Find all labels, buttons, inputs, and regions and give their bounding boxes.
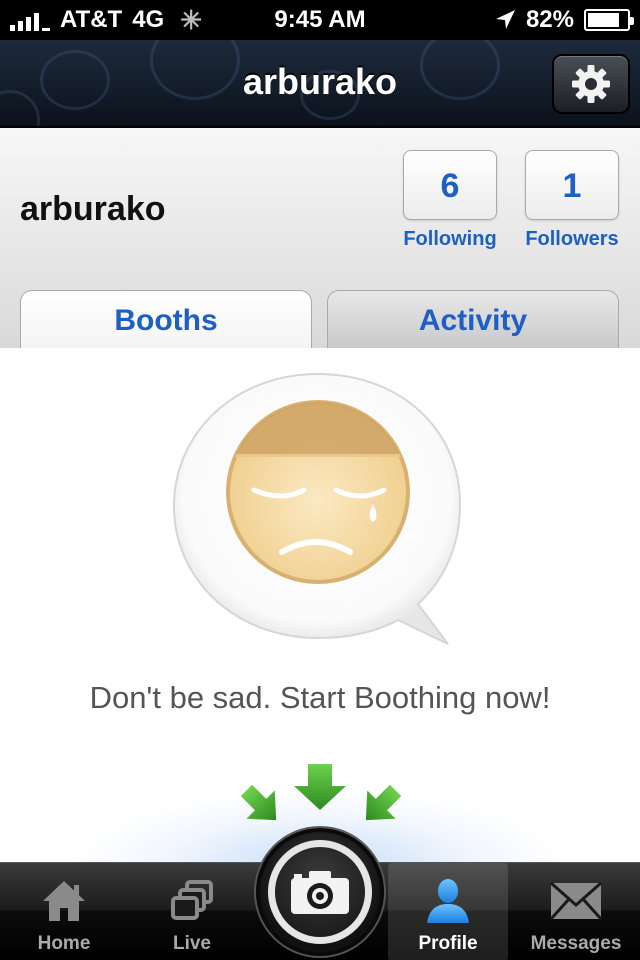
- tab-activity[interactable]: Activity: [327, 290, 619, 348]
- booths-empty-state: Don't be sad. Start Boothing now!: [0, 348, 640, 863]
- tab-messages-label: Messages: [530, 933, 622, 954]
- camera-icon: [291, 871, 349, 914]
- camera-button[interactable]: [256, 828, 384, 956]
- following-count[interactable]: 6: [403, 150, 497, 220]
- live-icon: [128, 875, 256, 927]
- status-right: 82%: [494, 6, 634, 34]
- sad-face-icon: [172, 372, 462, 645]
- battery-icon: [584, 9, 634, 31]
- home-icon: [0, 875, 128, 927]
- battery-fill: [588, 13, 620, 27]
- profile-username: arburako: [20, 190, 166, 228]
- down-arrows-icon: [240, 764, 402, 821]
- battery-percent: 82%: [525, 6, 574, 33]
- profile-header: arburako 6 Following 1 Followers Booths …: [0, 128, 640, 348]
- navigation-bar: arburako: [0, 40, 640, 128]
- tab-live[interactable]: Live: [128, 863, 256, 960]
- tab-home-label: Home: [37, 933, 91, 954]
- nav-title: arburako: [242, 61, 398, 102]
- settings-button[interactable]: [552, 54, 630, 114]
- empty-state-message: Don't be sad. Start Boothing now!: [89, 680, 551, 715]
- camera-button-ring: [268, 840, 372, 944]
- followers-label: Followers: [525, 228, 619, 250]
- status-bar: AT&T 4G ✳ 9:45 AM 82%: [0, 0, 640, 40]
- following-label: Following: [403, 228, 497, 250]
- following-stat[interactable]: 6 Following: [402, 150, 498, 251]
- tab-home[interactable]: Home: [0, 863, 128, 960]
- tab-profile-label: Profile: [418, 933, 478, 954]
- tab-booths[interactable]: Booths: [20, 290, 312, 348]
- location-arrow-icon: [495, 10, 515, 29]
- tab-messages[interactable]: Messages: [512, 863, 640, 960]
- messages-icon: [512, 875, 640, 927]
- followers-count[interactable]: 1: [525, 150, 619, 220]
- tab-profile[interactable]: Profile: [388, 863, 508, 960]
- followers-stat[interactable]: 1 Followers: [524, 150, 620, 251]
- gear-icon: [572, 65, 610, 103]
- profile-icon: [388, 875, 508, 927]
- tab-live-label: Live: [172, 933, 212, 954]
